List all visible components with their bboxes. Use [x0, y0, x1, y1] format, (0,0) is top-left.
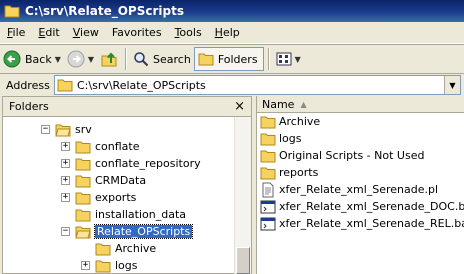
window-title: C:\srv\Relate_OPScripts — [25, 4, 184, 18]
tree-item-conflate[interactable]: + conflate — [61, 138, 140, 155]
folder-icon — [260, 167, 276, 179]
file-item[interactable]: reports — [260, 164, 318, 181]
menu-view[interactable]: View — [73, 26, 99, 39]
back-arrow-icon — [3, 50, 21, 68]
folder-icon — [260, 133, 276, 145]
back-button[interactable]: Back ▼ — [0, 47, 64, 71]
batch-file-icon — [260, 200, 276, 213]
search-button[interactable]: Search — [130, 47, 194, 71]
back-dropdown-icon[interactable]: ▼ — [55, 55, 61, 64]
menu-help[interactable]: Help — [215, 26, 240, 39]
address-input[interactable]: C:\srv\Relate_OPScripts ▼ — [54, 75, 461, 95]
views-button[interactable]: ▼ — [273, 47, 304, 71]
tree-item-archive[interactable]: Archive — [81, 240, 156, 257]
folders-icon — [198, 53, 214, 66]
file-item[interactable]: xfer_Relate_xml_Serenade_REL.bat — [260, 215, 464, 232]
name-column-header[interactable]: Name ▲ — [257, 96, 464, 113]
batch-file-icon — [260, 217, 276, 230]
up-folder-icon — [101, 52, 117, 67]
folder-icon — [75, 175, 91, 187]
toolbar-separator — [125, 48, 127, 70]
file-item[interactable]: Original Scripts - Not Used — [260, 147, 424, 164]
tree-item-logs[interactable]: + logs — [81, 257, 138, 274]
open-folder-icon — [55, 124, 71, 136]
file-item[interactable]: xfer_Relate_xml_Serenade_DOC.bat — [260, 198, 464, 215]
folder-icon — [95, 243, 111, 255]
tree-item-exports[interactable]: + exports — [61, 189, 136, 206]
folders-pane: Folders × − srv + conflate + conflate_re… — [2, 96, 252, 274]
collapse-icon[interactable]: − — [61, 227, 70, 236]
menu-file[interactable]: File — [7, 26, 25, 39]
folder-icon — [260, 116, 276, 128]
search-icon — [134, 52, 149, 67]
expand-icon[interactable]: + — [61, 193, 70, 202]
menu-tools[interactable]: Tools — [175, 26, 202, 39]
address-bar: Address C:\srv\Relate_OPScripts ▼ — [0, 74, 464, 96]
close-icon[interactable]: × — [234, 100, 245, 113]
scrollbar-thumb[interactable] — [236, 247, 250, 274]
folders-pane-header: Folders × — [3, 97, 251, 117]
up-folder-button[interactable] — [97, 47, 121, 71]
folder-icon — [75, 141, 91, 153]
file-item[interactable]: Archive — [260, 113, 320, 130]
document-icon — [262, 182, 274, 197]
toolbar: Back ▼ ▼ Search Folders ▼ — [0, 44, 464, 74]
collapse-icon[interactable]: − — [41, 125, 50, 134]
menu-edit[interactable]: Edit — [38, 26, 59, 39]
open-folder-icon — [75, 226, 91, 238]
forward-dropdown-icon[interactable]: ▼ — [88, 55, 94, 64]
folder-icon — [75, 192, 91, 204]
sort-ascending-icon: ▲ — [300, 99, 307, 109]
file-item[interactable]: xfer_Relate_xml_Serenade.pl — [260, 181, 438, 198]
selected-folder-label: Relate_OPScripts — [93, 224, 194, 239]
address-dropdown-button[interactable]: ▼ — [444, 76, 460, 94]
tree-item-conflate-repository[interactable]: + conflate_repository — [61, 155, 201, 172]
tree-item-srv[interactable]: − srv — [41, 121, 92, 138]
folder-icon — [95, 260, 111, 272]
files-pane: Name ▲ Archive logs Original Scripts - N… — [256, 96, 464, 274]
tree-item-crmdata[interactable]: + CRMData — [61, 172, 146, 189]
title-bar[interactable]: C:\srv\Relate_OPScripts — [0, 0, 464, 22]
forward-button[interactable]: ▼ — [64, 47, 97, 71]
folders-scrollbar[interactable] — [234, 117, 251, 274]
forward-arrow-icon — [67, 50, 85, 68]
folders-button[interactable]: Folders — [193, 47, 264, 71]
menu-favorites[interactable]: Favorites — [112, 26, 162, 39]
expand-icon[interactable]: + — [61, 142, 70, 151]
views-dropdown-icon[interactable]: ▼ — [295, 55, 301, 64]
expand-icon[interactable]: + — [61, 159, 70, 168]
expand-icon[interactable]: + — [61, 176, 70, 185]
toolbar-separator — [267, 48, 269, 70]
expand-icon[interactable]: + — [81, 261, 90, 270]
folder-icon — [4, 5, 20, 18]
views-icon — [276, 52, 292, 66]
tree-item-installation-data[interactable]: installation_data — [61, 206, 186, 223]
folder-icon — [260, 150, 276, 162]
address-value: C:\srv\Relate_OPScripts — [77, 78, 206, 92]
address-label: Address — [6, 78, 50, 92]
menu-bar: File Edit View Favorites Tools Help — [0, 22, 464, 44]
file-item[interactable]: logs — [260, 130, 302, 147]
folder-icon — [75, 209, 91, 221]
tree-item-relate-opscripts[interactable]: − Relate_OPScripts — [61, 223, 194, 240]
folder-icon — [75, 158, 91, 170]
folders-pane-title: Folders — [9, 100, 49, 113]
folder-icon — [57, 79, 73, 92]
